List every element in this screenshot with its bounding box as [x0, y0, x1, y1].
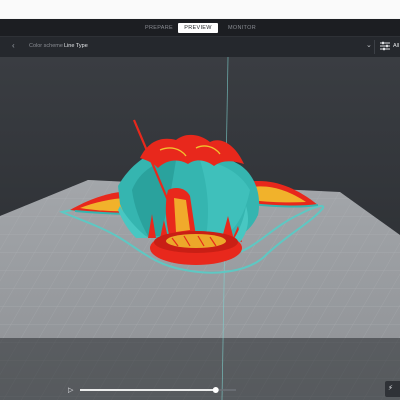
color-scheme-dropdown[interactable]: Line Type: [64, 43, 88, 49]
simulation-scrubber[interactable]: [60, 384, 240, 396]
window-top-strip: [0, 0, 400, 18]
tab-monitor[interactable]: MONITOR: [224, 23, 260, 33]
color-scheme-label: Color scheme: [29, 43, 63, 49]
tab-prepare[interactable]: PREPARE: [141, 23, 177, 33]
view-toolbar: ‹ Color scheme Line Type ⌄ All: [0, 36, 400, 57]
sliders-icon[interactable]: [379, 40, 391, 52]
tab-preview[interactable]: PREVIEW: [178, 23, 218, 33]
app-window: PREPARE PREVIEW MONITOR ‹ Color scheme L…: [0, 0, 400, 400]
chevron-down-icon[interactable]: ⌄: [366, 41, 372, 49]
model-base-infill: [166, 234, 226, 248]
lightning-icon: ⚡: [388, 385, 393, 392]
scrubber-handle[interactable]: [212, 387, 219, 393]
toolbar-divider: [374, 40, 375, 54]
3d-viewport[interactable]: [0, 57, 400, 400]
lightning-button[interactable]: ⚡: [385, 381, 400, 397]
viewport-scene: [0, 57, 400, 400]
stage-menu: PREPARE PREVIEW MONITOR: [0, 19, 400, 36]
settings-profile-label[interactable]: All: [393, 43, 399, 49]
chevron-left-icon[interactable]: ‹: [12, 41, 15, 50]
